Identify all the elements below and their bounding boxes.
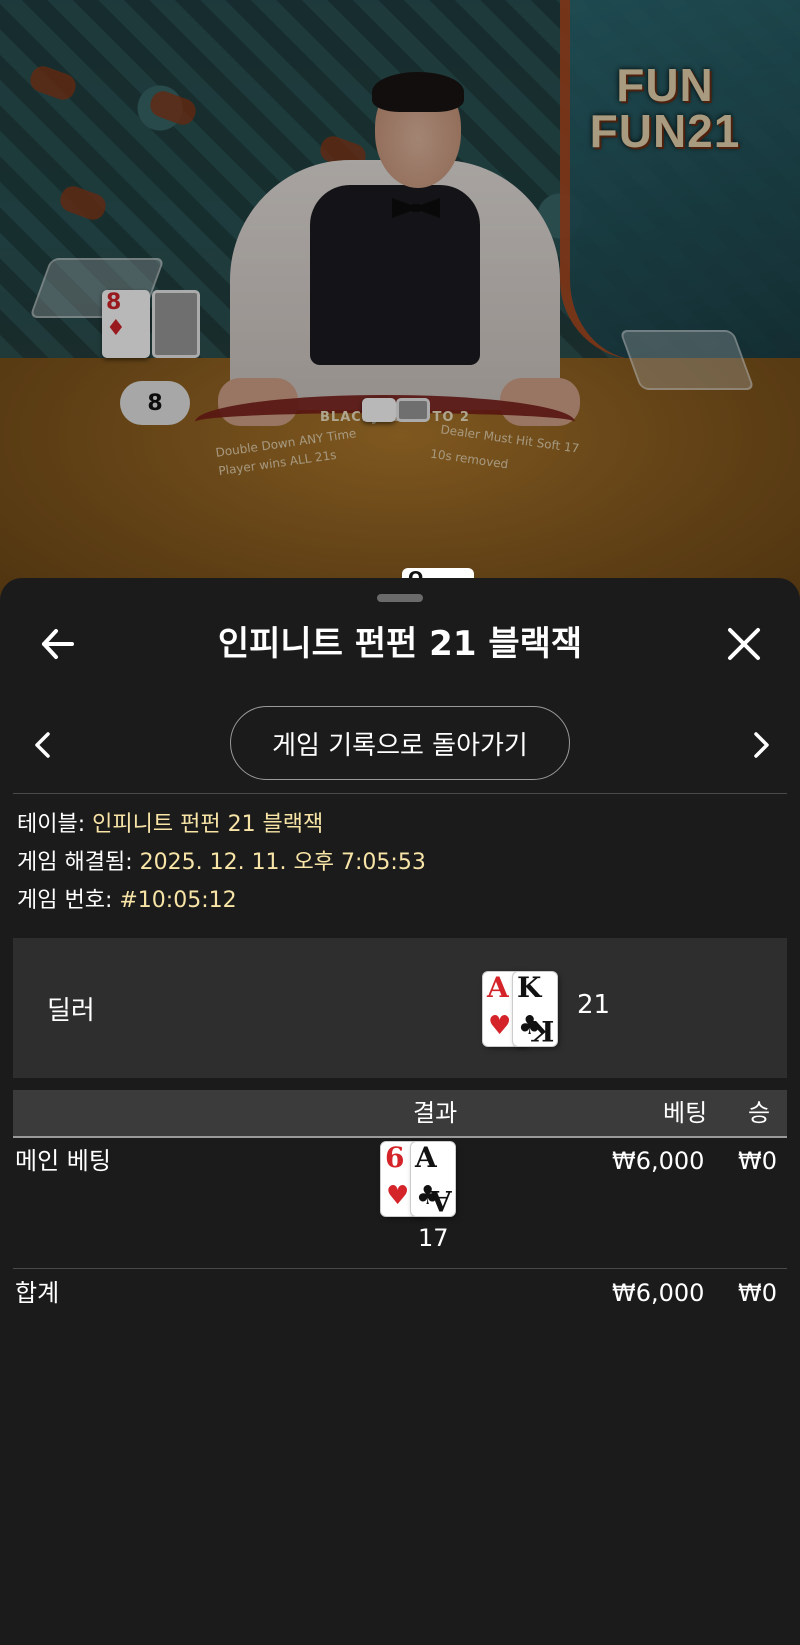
chevron-left-icon bbox=[35, 732, 50, 758]
dealer-total: 21 bbox=[577, 990, 611, 1020]
arrow-left-icon bbox=[42, 629, 74, 659]
close-button[interactable] bbox=[722, 622, 766, 666]
resolved-info: 게임 해결됨: 2025. 12. 11. 오후 7:05:53 bbox=[17, 848, 426, 878]
game-number-label: 게임 번호: bbox=[17, 888, 120, 913]
game-detail-sheet: 인피니트 펀펀 21 블랙잭 게임 기록으로 돌아가기 테이블: 인피니트 펀펀… bbox=[0, 578, 800, 1645]
total-win: ₩0 bbox=[738, 1279, 777, 1307]
dealer-label: 딜러 bbox=[47, 996, 95, 1026]
column-header-bet: 베팅 bbox=[663, 1099, 708, 1127]
total-bet: ₩6,000 bbox=[612, 1279, 705, 1307]
dealer-hand-panel: 딜러 A ♥ K ♣ K 21 bbox=[13, 938, 787, 1078]
page-title: 인피니트 펀펀 21 블랙잭 bbox=[217, 624, 583, 664]
video-dim-overlay bbox=[0, 0, 800, 600]
bet-amount: ₩6,000 bbox=[612, 1147, 705, 1175]
table-label: 테이블: bbox=[17, 812, 93, 837]
hand-score: 17 bbox=[418, 1224, 449, 1252]
table-value: 인피니트 펀펀 21 블랙잭 bbox=[92, 812, 324, 837]
close-icon bbox=[728, 628, 760, 660]
game-number-info: 게임 번호: #10:05:12 bbox=[17, 886, 237, 916]
next-round-button[interactable] bbox=[744, 726, 778, 764]
round-navigation: 게임 기록으로 돌아가기 bbox=[0, 706, 800, 784]
playing-card: A ♣ A bbox=[411, 1142, 455, 1216]
chevron-right-icon bbox=[754, 732, 769, 758]
column-header-result: 결과 bbox=[413, 1099, 458, 1127]
bet-name: 메인 베팅 bbox=[15, 1147, 111, 1175]
column-header-win: 승 bbox=[748, 1099, 771, 1127]
results-table-header: 결과 베팅 승 bbox=[13, 1090, 787, 1138]
resolved-label: 게임 해결됨: bbox=[17, 850, 140, 875]
sheet-header: 인피니트 펀펀 21 블랙잭 bbox=[0, 608, 800, 680]
playing-card: K ♣ K bbox=[513, 972, 557, 1046]
divider bbox=[13, 1268, 787, 1269]
drag-handle[interactable] bbox=[377, 594, 423, 602]
table-info: 테이블: 인피니트 펀펀 21 블랙잭 bbox=[17, 810, 323, 840]
back-button[interactable] bbox=[36, 622, 80, 666]
resolved-value: 2025. 12. 11. 오후 7:05:53 bbox=[139, 850, 426, 875]
win-amount: ₩0 bbox=[738, 1147, 777, 1175]
back-to-history-button[interactable]: 게임 기록으로 돌아가기 bbox=[230, 706, 570, 780]
game-number-value: #10:05:12 bbox=[119, 888, 237, 913]
live-video-stream: FUN FUN21 BLACKJACK 3 TO 2 Double Down A… bbox=[0, 0, 800, 600]
divider bbox=[13, 793, 787, 794]
previous-round-button[interactable] bbox=[26, 726, 60, 764]
total-label: 합계 bbox=[15, 1279, 60, 1307]
